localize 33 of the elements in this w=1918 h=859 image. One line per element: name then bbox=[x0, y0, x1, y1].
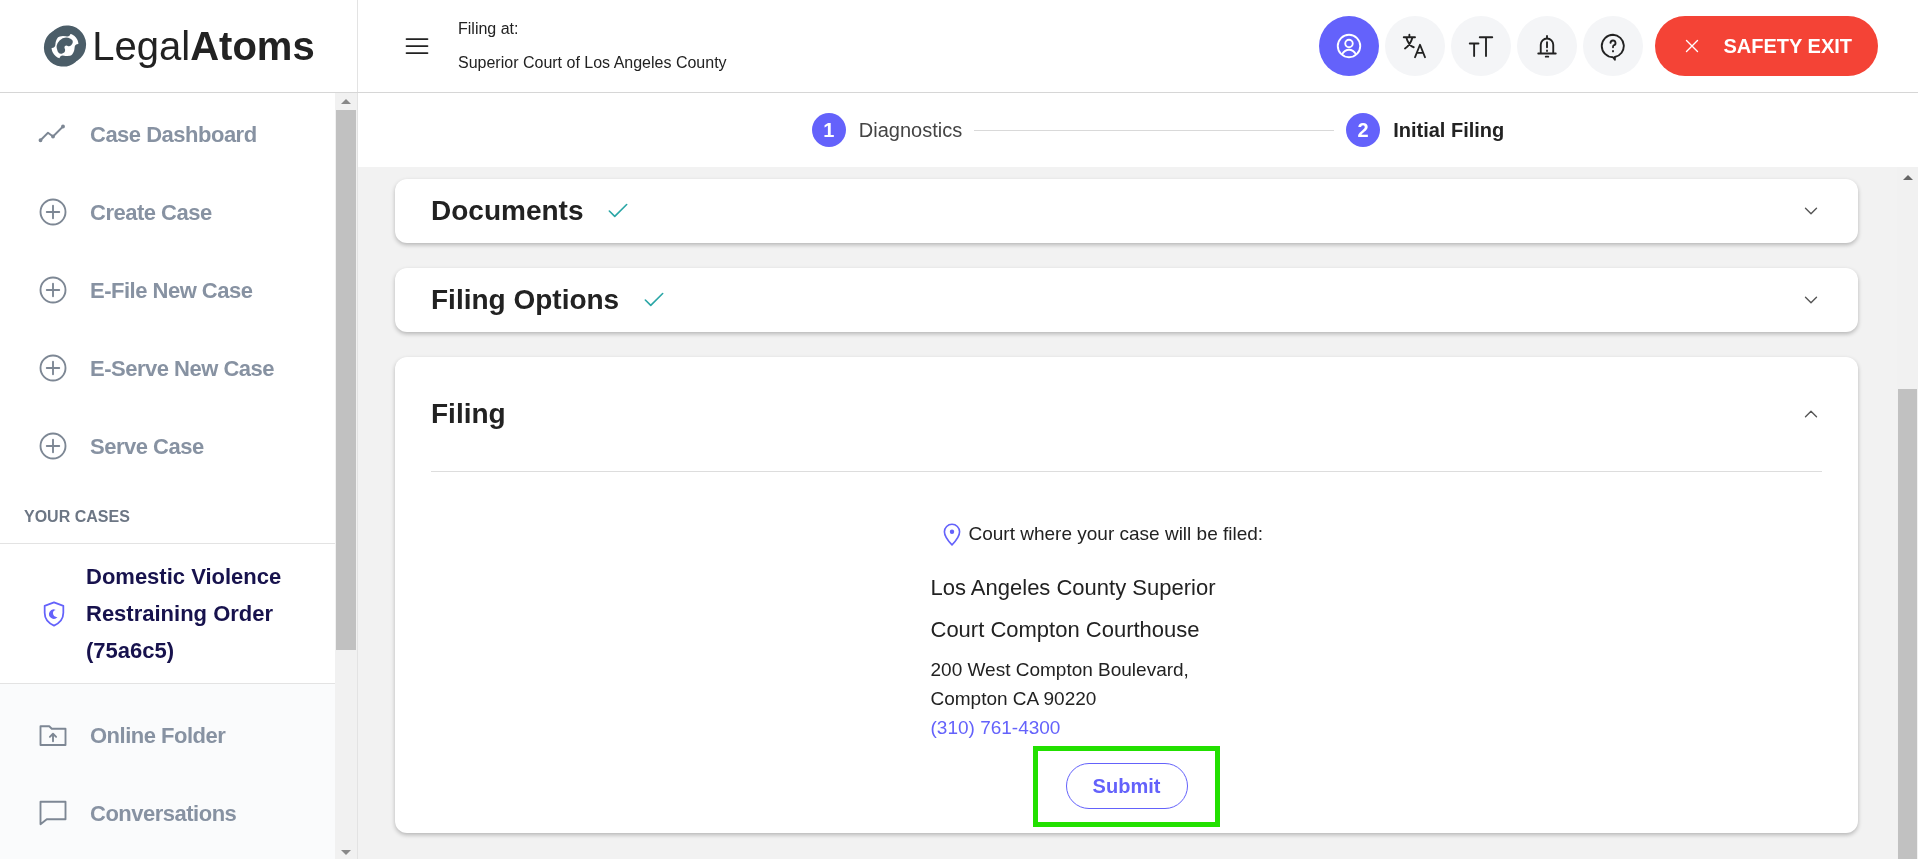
court-name: Court Compton Courthouse bbox=[930, 615, 1201, 644]
plus-circle-icon bbox=[38, 275, 68, 305]
step-label[interactable]: Diagnostics bbox=[858, 115, 963, 145]
plus-circle-icon bbox=[38, 353, 68, 383]
sidebar-item[interactable]: Conversations bbox=[0, 774, 335, 852]
logo-text: LegalAtoms bbox=[92, 26, 315, 66]
court-address: 200 West Compton Boulevard, bbox=[930, 657, 1190, 682]
plus-circle-icon bbox=[38, 431, 68, 461]
plus-circle-icon bbox=[38, 197, 68, 227]
phone-link[interactable]: (310) 761-4300 bbox=[930, 712, 1061, 742]
sidebar-item[interactable]: Case Dashboard bbox=[0, 95, 335, 173]
sidebar-item[interactable]: E-File New Case bbox=[0, 251, 335, 329]
case-item[interactable]: Domestic Violence Restraining Order (75a6c5) bbox=[0, 543, 335, 684]
scrollbar[interactable] bbox=[335, 93, 357, 859]
sidebar-item[interactable]: Serve Case bbox=[0, 407, 335, 485]
safety-exit-button[interactable]: SAFETY EXIT bbox=[1655, 16, 1878, 76]
court-address: Compton CA 90220 bbox=[930, 686, 1098, 711]
court-name: Los Angeles County Superior bbox=[930, 573, 1217, 602]
step-number: 2 bbox=[1346, 113, 1381, 147]
sidebar-item[interactable]: E-Serve New Case bbox=[0, 329, 335, 407]
step-label[interactable]: Initial Filing bbox=[1393, 115, 1505, 145]
step-number: 1 bbox=[811, 113, 846, 147]
accordion-header[interactable]: Filing bbox=[395, 357, 1858, 471]
court-label: Court where your case will be filed: bbox=[968, 522, 1264, 546]
section-heading: YOUR CASES bbox=[23, 507, 131, 527]
accordion-header[interactable]: Documents bbox=[395, 179, 1858, 243]
sidebar-item[interactable]: Online Folder bbox=[0, 696, 335, 774]
logo-icon bbox=[42, 23, 89, 69]
sidebar-item[interactable]: Create Case bbox=[0, 173, 335, 251]
accordion-header[interactable]: Filing Options bbox=[395, 268, 1858, 332]
chat-bubble-icon bbox=[38, 798, 68, 828]
filing-label: Filing at: bbox=[458, 19, 520, 39]
court-name: Superior Court of Los Angeles County bbox=[458, 53, 727, 73]
